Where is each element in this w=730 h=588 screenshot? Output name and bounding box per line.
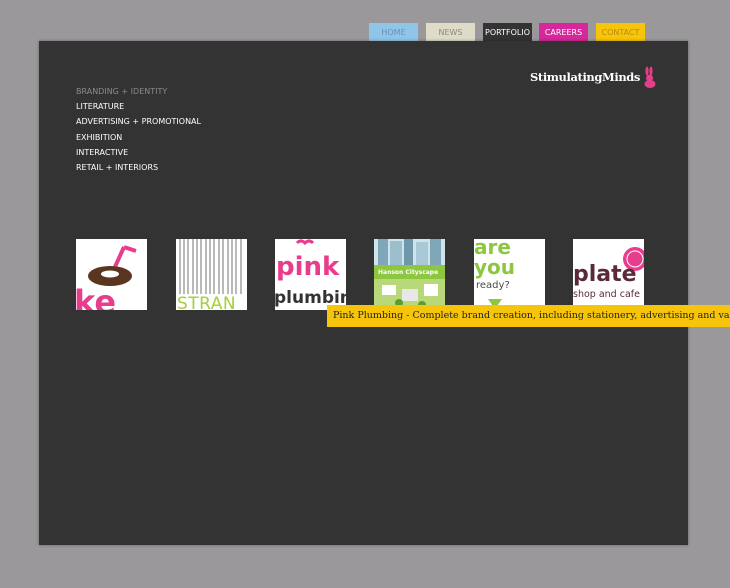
- tab-home[interactable]: HOME: [369, 23, 418, 41]
- plate-image: plate shop and cafe: [573, 247, 644, 300]
- portfolio-category-nav: BRANDING + IDENTITY LITERATURE ADVERTISI…: [76, 84, 201, 175]
- site-logo[interactable]: StimulatingMinds: [530, 66, 657, 88]
- tab-contact[interactable]: CONTACT: [596, 23, 645, 41]
- plate-top-text: plate: [573, 262, 637, 287]
- tab-news[interactable]: NEWS: [426, 23, 475, 41]
- are-you-ready-image: are you ready?: [474, 239, 515, 309]
- pink-plumbing-top-text: pink: [276, 252, 340, 282]
- nav-item-interactive[interactable]: INTERACTIVE: [76, 145, 201, 160]
- cafe-brand-text: ke: [76, 283, 116, 310]
- logo-text: StimulatingMinds: [530, 70, 640, 84]
- strand-text: STRAN: [177, 294, 236, 310]
- plate-thumb[interactable]: plate shop and cafe: [573, 239, 644, 310]
- are-you-ready-thumb[interactable]: are you ready?: [474, 239, 545, 310]
- are-you-ready-line-3: ready?: [476, 280, 510, 291]
- pink-plumbing-image: pink plumbin: [275, 239, 346, 308]
- tab-portfolio[interactable]: PORTFOLIO: [483, 23, 532, 41]
- pink-plumbing-thumb[interactable]: pink plumbin: [275, 239, 346, 310]
- hanson-cityscape-image: Hanson Cityscape: [374, 239, 445, 310]
- portfolio-panel: StimulatingMinds BRANDING + IDENTITY LIT…: [39, 41, 688, 545]
- nav-item-advertising-promotional[interactable]: ADVERTISING + PROMOTIONAL: [76, 114, 201, 129]
- hanson-cityscape-text: Hanson Cityscape: [378, 269, 438, 276]
- tab-careers[interactable]: CAREERS: [539, 23, 588, 41]
- nav-item-branding-identity[interactable]: BRANDING + IDENTITY: [76, 84, 201, 99]
- plate-bottom-text: shop and cafe: [573, 289, 640, 300]
- are-you-ready-line-2: you: [474, 255, 515, 279]
- cafe-brand-image: ke: [76, 245, 137, 310]
- nav-item-literature[interactable]: LITERATURE: [76, 99, 201, 114]
- hanson-cityscape-thumb[interactable]: Hanson Cityscape: [374, 239, 445, 310]
- cafe-brand-thumb[interactable]: ke: [76, 239, 147, 310]
- nav-item-exhibition[interactable]: EXHIBITION: [76, 130, 201, 145]
- strand-image: STRAN: [177, 239, 242, 310]
- thumbnail-tooltip: Pink Plumbing - Complete brand creation,…: [327, 305, 730, 327]
- strand-thumb[interactable]: STRAN: [176, 239, 247, 310]
- rabbit-icon: [644, 66, 656, 88]
- nav-item-retail-interiors[interactable]: RETAIL + INTERIORS: [76, 160, 201, 175]
